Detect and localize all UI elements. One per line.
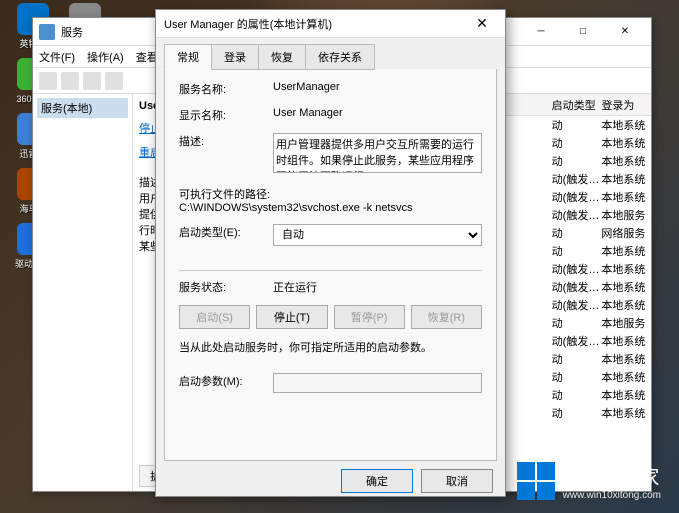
label-service-status: 服务状态: xyxy=(179,279,273,295)
toolbar-icon[interactable] xyxy=(83,72,101,90)
label-exe-path: 可执行文件的路径: xyxy=(179,186,482,202)
watermark: Win10之家 www.win10xitong.com xyxy=(517,461,661,501)
value-exe-path: C:\WINDOWS\system32\svchost.exe -k netsv… xyxy=(179,202,482,214)
pause-button: 暂停(P) xyxy=(334,305,405,329)
dialog-content: 服务名称: UserManager 显示名称: User Manager 描述:… xyxy=(164,69,497,461)
dialog-title: User Manager 的属性(本地计算机) xyxy=(164,16,467,32)
toolbar-icon[interactable] xyxy=(39,72,57,90)
label-startup-type: 启动类型(E): xyxy=(179,224,273,240)
menu-item[interactable]: 操作(A) xyxy=(87,49,124,65)
services-tree: 服务(本地) xyxy=(33,94,133,491)
close-icon[interactable]: ✕ xyxy=(467,14,497,34)
properties-dialog: User Manager 的属性(本地计算机) ✕ 常规登录恢复依存关系 服务名… xyxy=(155,9,506,497)
col-logon[interactable]: 登录为 xyxy=(601,97,651,113)
minimize-button[interactable]: ─ xyxy=(521,21,561,43)
start-params-input xyxy=(273,373,482,393)
tab-恢复[interactable]: 恢复 xyxy=(258,44,306,70)
menu-item[interactable]: 文件(F) xyxy=(39,49,75,65)
tab-登录[interactable]: 登录 xyxy=(211,44,259,70)
toolbar-icon[interactable] xyxy=(105,72,123,90)
dialog-note: 当从此处启动服务时，你可指定所适用的启动参数。 xyxy=(179,339,482,355)
close-button[interactable]: ✕ xyxy=(605,21,645,43)
label-display-name: 显示名称: xyxy=(179,107,273,123)
dialog-titlebar[interactable]: User Manager 的属性(本地计算机) ✕ xyxy=(156,10,505,38)
stop-button[interactable]: 停止(T) xyxy=(256,305,327,329)
toolbar-icon[interactable] xyxy=(61,72,79,90)
tab-常规[interactable]: 常规 xyxy=(164,44,212,70)
col-startup[interactable]: 启动类型 xyxy=(552,97,602,113)
watermark-url: www.win10xitong.com xyxy=(563,490,661,501)
maximize-button[interactable]: □ xyxy=(563,21,603,43)
start-button: 启动(S) xyxy=(179,305,250,329)
label-description: 描述: xyxy=(179,133,273,149)
ok-button[interactable]: 确定 xyxy=(341,469,413,493)
dialog-tabs: 常规登录恢复依存关系 xyxy=(156,38,505,70)
cancel-button[interactable]: 取消 xyxy=(421,469,493,493)
resume-button: 恢复(R) xyxy=(411,305,482,329)
watermark-title: Win10之家 xyxy=(563,461,661,490)
tree-item-local[interactable]: 服务(本地) xyxy=(37,98,128,118)
value-display-name: User Manager xyxy=(273,107,482,119)
services-icon xyxy=(39,24,55,40)
description-textarea[interactable] xyxy=(273,133,482,173)
tab-依存关系[interactable]: 依存关系 xyxy=(305,44,375,70)
label-service-name: 服务名称: xyxy=(179,81,273,97)
value-service-status: 正在运行 xyxy=(273,279,482,295)
startup-type-select[interactable]: 自动 xyxy=(273,224,482,246)
label-start-params: 启动参数(M): xyxy=(179,373,273,389)
windows-logo-icon xyxy=(517,462,555,500)
value-service-name: UserManager xyxy=(273,81,482,93)
